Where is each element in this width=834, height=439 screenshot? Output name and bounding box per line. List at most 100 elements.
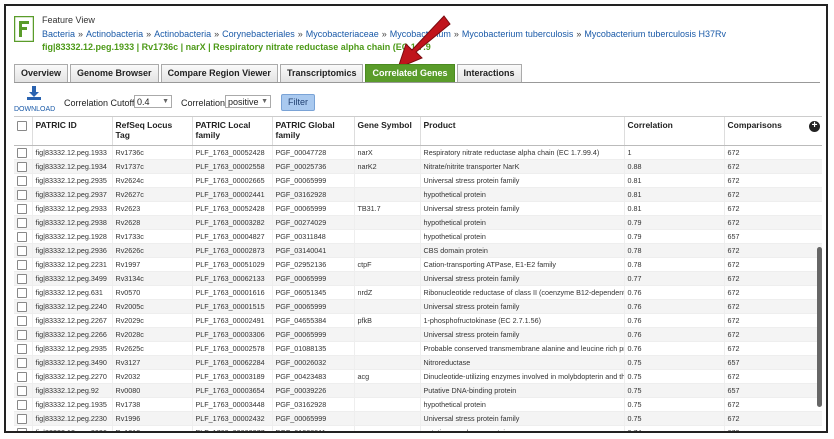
correlation-cutoff-select[interactable]: 0.4 ▼: [134, 95, 172, 108]
row-checkbox[interactable]: [17, 189, 27, 200]
table-row[interactable]: fig|83332.12.peg.1935 Rv1738 PLF_1763_0000…: [14, 397, 822, 412]
table-row[interactable]: fig|83332.12.peg.2240 Rv2005c PLF_1763_000…: [14, 299, 822, 314]
table-row[interactable]: fig|83332.12.peg.2935 Rv2625c PLF_1763_000…: [14, 341, 822, 356]
column-header-patric-local-family[interactable]: PATRIC Local family: [192, 117, 273, 146]
row-select-cell[interactable]: [14, 327, 33, 342]
table-row[interactable]: fig|83332.12.peg.1933 Rv1736c PLF_1763_000…: [14, 145, 822, 160]
row-select-cell[interactable]: [14, 159, 33, 174]
table-row[interactable]: fig|83332.12.peg.2937 Rv2627c PLF_1763_000…: [14, 187, 822, 202]
table-row[interactable]: fig|83332.12.peg.1934 Rv1737c PLF_1763_000…: [14, 159, 822, 174]
row-checkbox[interactable]: [17, 231, 27, 242]
row-checkbox[interactable]: [17, 175, 27, 186]
row-select-cell[interactable]: [14, 285, 33, 300]
column-header-patric-global-family[interactable]: PATRIC Global family: [272, 117, 355, 146]
row-select-cell[interactable]: [14, 173, 33, 188]
vertical-scrollbar[interactable]: [817, 247, 822, 407]
row-select-cell[interactable]: [14, 145, 33, 160]
column-header-refseq-locus-tag[interactable]: RefSeq Locus Tag: [112, 117, 193, 146]
add-column-icon[interactable]: +: [809, 121, 820, 132]
row-select-cell[interactable]: [14, 425, 33, 431]
row-select-cell[interactable]: [14, 383, 33, 398]
breadcrumb-link[interactable]: Mycobacterium tuberculosis H37Rv: [584, 29, 726, 39]
row-checkbox[interactable]: [17, 329, 27, 340]
row-checkbox[interactable]: [17, 427, 27, 431]
table-row[interactable]: fig|83332.12.peg.2935 Rv2624c PLF_1763_000…: [14, 173, 822, 188]
row-select-cell[interactable]: [14, 355, 33, 370]
tab-compare-region-viewer[interactable]: Compare Region Viewer: [160, 64, 278, 82]
table-row[interactable]: fig|83332.12.peg.2270 Rv2032 PLF_1763_0000…: [14, 369, 822, 384]
table-row[interactable]: fig|83332.12.peg.1928 Rv1733c PLF_1763_000…: [14, 229, 822, 244]
row-select-cell[interactable]: [14, 271, 33, 286]
row-select-cell[interactable]: [14, 299, 33, 314]
table-row[interactable]: fig|83332.12.peg.2936 Rv2626c PLF_1763_000…: [14, 243, 822, 258]
tab-overview[interactable]: Overview: [14, 64, 69, 82]
column-header-gene-symbol[interactable]: Gene Symbol: [354, 117, 421, 146]
row-checkbox[interactable]: [17, 357, 27, 368]
row-checkbox[interactable]: [17, 245, 27, 256]
row-select-cell[interactable]: [14, 369, 33, 384]
tab-genome-browser[interactable]: Genome Browser: [70, 64, 159, 82]
table-row[interactable]: fig|83332.12.peg.3499 Rv3134c PLF_1763_000…: [14, 271, 822, 286]
breadcrumb-link[interactable]: Corynebacteriales: [222, 29, 295, 39]
breadcrumb-link[interactable]: Actinobacteria: [86, 29, 143, 39]
column-header-correlation[interactable]: Correlation: [624, 117, 725, 146]
row-checkbox[interactable]: [17, 147, 27, 158]
column-header-product[interactable]: Product: [420, 117, 625, 146]
row-checkbox[interactable]: [17, 343, 27, 354]
tab-interactions[interactable]: Interactions: [456, 64, 522, 82]
row-select-cell[interactable]: [14, 411, 33, 426]
breadcrumb-link[interactable]: Actinobacteria: [154, 29, 211, 39]
correlation-cell: 0.81: [624, 187, 725, 202]
row-select-cell[interactable]: [14, 201, 33, 216]
local-family-cell: PLF_1763_00051029: [192, 257, 273, 272]
row-checkbox[interactable]: [17, 273, 27, 284]
row-checkbox[interactable]: [17, 287, 27, 298]
correlation-type-value: positive: [228, 97, 259, 107]
row-checkbox[interactable]: [17, 301, 27, 312]
row-checkbox[interactable]: [17, 161, 27, 172]
select-all-checkbox[interactable]: [17, 120, 27, 131]
column-header-patric-id[interactable]: PATRIC ID: [32, 117, 113, 146]
row-select-cell[interactable]: [14, 229, 33, 244]
row-checkbox[interactable]: [17, 259, 27, 270]
row-checkbox[interactable]: [17, 399, 27, 410]
row-checkbox[interactable]: [17, 217, 27, 228]
table-row[interactable]: fig|83332.12.peg.92 Rv0080 PLF_1763_000036…: [14, 383, 822, 398]
row-select-cell[interactable]: [14, 341, 33, 356]
row-checkbox[interactable]: [17, 385, 27, 396]
filter-button[interactable]: Filter: [281, 94, 315, 111]
row-select-cell[interactable]: [14, 243, 33, 258]
row-checkbox[interactable]: [17, 371, 27, 382]
row-select-cell[interactable]: [14, 215, 33, 230]
breadcrumb-link[interactable]: Mycobacteriaceae: [306, 29, 379, 39]
select-all-header[interactable]: [14, 117, 33, 146]
refseq-locus-tag-cell: Rv1733c: [112, 229, 193, 244]
table-row[interactable]: fig|83332.12.peg.2230 Rv1996 PLF_1763_0000…: [14, 411, 822, 426]
table-row[interactable]: fig|83332.12.peg.2933 Rv2623 PLF_1763_0005…: [14, 201, 822, 216]
download-button[interactable]: DOWNLOAD: [14, 86, 55, 113]
row-checkbox[interactable]: [17, 413, 27, 424]
table-row[interactable]: fig|83332.12.peg.2231 Rv1997 PLF_1763_0005…: [14, 257, 822, 272]
breadcrumb-link[interactable]: Mycobacterium tuberculosis: [462, 29, 574, 39]
row-checkbox[interactable]: [17, 203, 27, 214]
column-header-comparisons[interactable]: Comparisons: [724, 117, 822, 146]
row-select-cell[interactable]: [14, 397, 33, 412]
product-cell: Universal stress protein family: [420, 411, 625, 426]
row-select-cell[interactable]: [14, 187, 33, 202]
correlation-type-select[interactable]: positive ▼: [225, 95, 271, 108]
table-row[interactable]: fig|83332.12.peg.2266 Rv2028c PLF_1763_000…: [14, 327, 822, 342]
tab-transcriptomics[interactable]: Transcriptomics: [279, 64, 364, 82]
table-row[interactable]: fig|83332.12.peg.631 Rv0570 PLF_1763_00001…: [14, 285, 822, 300]
tab-correlated-genes[interactable]: Correlated Genes: [365, 64, 455, 82]
local-family-cell: PLF_1763_00002578: [192, 341, 273, 356]
breadcrumb-link[interactable]: Bacteria: [42, 29, 75, 39]
breadcrumb-separator: »: [297, 29, 303, 39]
table-row[interactable]: fig|83332.12.peg.2267 Rv2029c PLF_1763_000…: [14, 313, 822, 328]
local-family-cell: PLF_1763_00002873: [192, 243, 273, 258]
row-select-cell[interactable]: [14, 313, 33, 328]
row-select-cell[interactable]: [14, 257, 33, 272]
table-row[interactable]: fig|83332.12.peg.3490 Rv3127 PLF_1763_0006…: [14, 355, 822, 370]
row-checkbox[interactable]: [17, 315, 27, 326]
table-row[interactable]: fig|83332.12.peg.2938 Rv2628 PLF_1763_0000…: [14, 215, 822, 230]
table-row[interactable]: fig|83332.12.peg.2026 Rv1813c PLF_1763_000…: [14, 425, 822, 431]
